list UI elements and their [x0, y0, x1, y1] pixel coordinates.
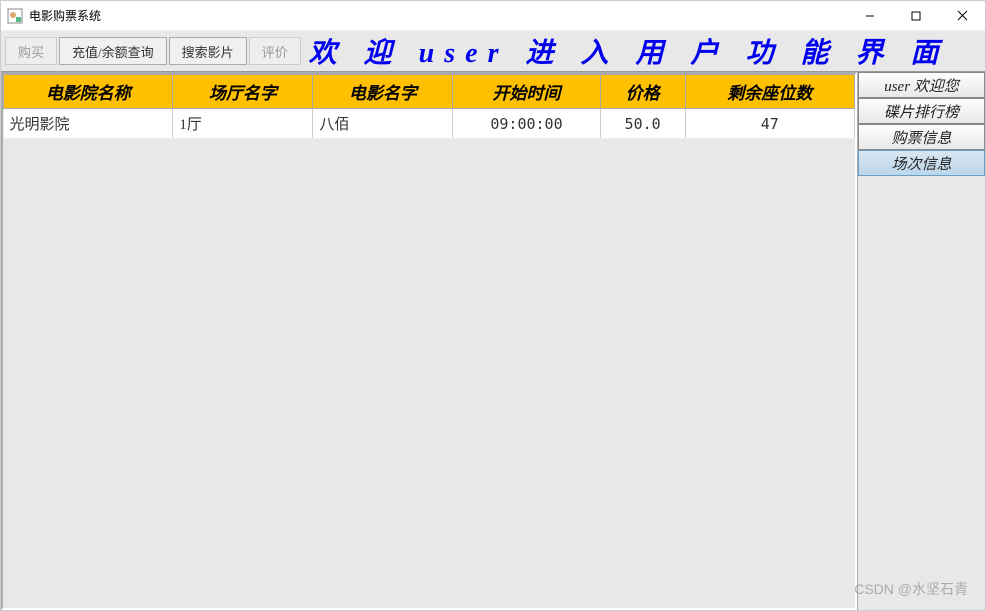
- window-controls: [847, 1, 985, 31]
- table-row[interactable]: 光明影院 1厅 八佰 09:00:00 50.0 47: [4, 109, 855, 139]
- titlebar: 电影购票系统: [1, 1, 985, 31]
- col-hall[interactable]: 场厅名字: [173, 75, 313, 109]
- col-seats[interactable]: 剩余座位数: [685, 75, 854, 109]
- toolbar: 购买 充值/余额查询 搜索影片 评价 欢 迎 user 进 入 用 户 功 能 …: [1, 31, 985, 71]
- cell-cinema: 光明影院: [4, 109, 173, 139]
- search-movie-button[interactable]: 搜索影片: [169, 37, 247, 65]
- side-panel: user 欢迎您 碟片排行榜 购票信息 场次信息: [857, 72, 985, 610]
- col-movie[interactable]: 电影名字: [313, 75, 453, 109]
- content-area: 电影院名称 场厅名字 电影名字 开始时间 价格 剩余座位数 光明影院 1厅 八佰…: [1, 71, 985, 610]
- recharge-button[interactable]: 充值/余额查询: [59, 37, 167, 65]
- buy-button[interactable]: 购买: [5, 37, 57, 65]
- welcome-banner: 欢 迎 user 进 入 用 户 功 能 界 面: [305, 31, 985, 71]
- sidebar-sessions[interactable]: 场次信息: [858, 150, 985, 176]
- main-panel: 电影院名称 场厅名字 电影名字 开始时间 价格 剩余座位数 光明影院 1厅 八佰…: [1, 72, 857, 610]
- window-title: 电影购票系统: [29, 7, 847, 24]
- app-window: 电影购票系统 购买 充值/余额查询 搜索影片 评价 欢 迎 user 进 入 用…: [0, 0, 986, 611]
- cell-seats: 47: [685, 109, 854, 139]
- review-button[interactable]: 评价: [249, 37, 301, 65]
- toolbar-buttons: 购买 充值/余额查询 搜索影片 评价: [1, 31, 305, 71]
- col-price[interactable]: 价格: [600, 75, 685, 109]
- cell-movie: 八佰: [313, 109, 453, 139]
- col-cinema[interactable]: 电影院名称: [4, 75, 173, 109]
- cell-hall: 1厅: [173, 109, 313, 139]
- maximize-button[interactable]: [893, 1, 939, 31]
- close-button[interactable]: [939, 1, 985, 31]
- cell-price: 50.0: [600, 109, 685, 139]
- app-icon: [7, 8, 23, 24]
- sessions-table: 电影院名称 场厅名字 电影名字 开始时间 价格 剩余座位数 光明影院 1厅 八佰…: [3, 74, 855, 139]
- sidebar-ranking[interactable]: 碟片排行榜: [858, 98, 985, 124]
- sidebar-welcome[interactable]: user 欢迎您: [858, 72, 985, 98]
- minimize-button[interactable]: [847, 1, 893, 31]
- col-start[interactable]: 开始时间: [453, 75, 600, 109]
- cell-start: 09:00:00: [453, 109, 600, 139]
- sidebar-tickets[interactable]: 购票信息: [858, 124, 985, 150]
- table-header-row: 电影院名称 场厅名字 电影名字 开始时间 价格 剩余座位数: [4, 75, 855, 109]
